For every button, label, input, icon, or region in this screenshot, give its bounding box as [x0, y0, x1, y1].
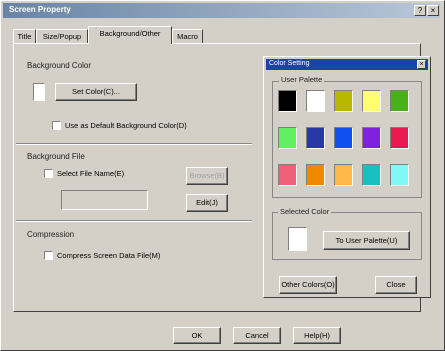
tab-macro[interactable]: Macro	[172, 29, 203, 43]
palette-swatch[interactable]	[306, 90, 325, 112]
palette-swatch[interactable]	[278, 164, 297, 186]
select-file-name-checkbox[interactable]	[44, 169, 53, 178]
palette-swatch[interactable]	[306, 127, 325, 149]
cancel-button[interactable]: Cancel	[233, 327, 281, 344]
compression-group-label: Compression	[27, 230, 75, 239]
edit-button[interactable]: Edit(J)	[186, 194, 228, 212]
color-setting-titlebar[interactable]: Color Setting ×	[266, 59, 428, 70]
compress-data-row[interactable]: Compress Screen Data File(M)	[44, 251, 160, 260]
tab-title[interactable]: Title	[13, 29, 36, 43]
use-default-bg-color-row[interactable]: Use as Default Background Color(D)	[52, 121, 187, 130]
selected-color-swatch	[288, 227, 307, 251]
palette-swatch[interactable]	[278, 90, 297, 112]
close-icon[interactable]: ×	[417, 60, 426, 69]
palette-swatch[interactable]	[362, 90, 381, 112]
palette-swatch[interactable]	[334, 90, 353, 112]
other-colors-button[interactable]: Other Colors(O)	[279, 276, 337, 294]
compress-data-label: Compress Screen Data File(M)	[57, 251, 161, 260]
palette-swatch[interactable]	[278, 127, 297, 149]
palette-swatch[interactable]	[362, 127, 381, 149]
palette-swatch[interactable]	[390, 90, 409, 112]
browse-button[interactable]: Browse(B)	[186, 167, 228, 185]
tab-size-popup[interactable]: Size/Popup	[36, 29, 88, 43]
background-file-name-input[interactable]	[61, 190, 148, 210]
separator	[16, 220, 252, 222]
separator	[16, 143, 252, 145]
tab-background-other[interactable]: Background/Other	[88, 26, 172, 44]
user-palette-label: User Palette	[279, 75, 325, 84]
palette-swatch[interactable]	[334, 164, 353, 186]
palette-swatch[interactable]	[334, 127, 353, 149]
dialog-title: Screen Property	[9, 5, 71, 14]
dialog-titlebar[interactable]: Screen Property ? ×	[3, 3, 440, 18]
palette-swatch[interactable]	[362, 164, 381, 186]
palette-swatch[interactable]	[390, 127, 409, 149]
select-file-name-label: Select File Name(E)	[57, 169, 125, 178]
color-setting-window: Color Setting × User Palette Selected Co…	[263, 56, 431, 298]
help-icon[interactable]: ?	[414, 5, 426, 16]
close-button[interactable]: Close	[375, 276, 417, 294]
background-color-group-label: Background Color	[27, 61, 92, 70]
set-color-button[interactable]: Set Color(C)...	[55, 83, 137, 101]
color-setting-title: Color Setting	[269, 60, 310, 67]
background-color-preview	[33, 83, 45, 101]
help-button[interactable]: Help(H)	[293, 327, 341, 344]
close-icon[interactable]: ×	[427, 5, 439, 16]
background-file-group-label: Background File	[27, 152, 85, 161]
compress-data-checkbox[interactable]	[44, 251, 53, 260]
palette-swatch[interactable]	[390, 164, 409, 186]
to-user-palette-button[interactable]: To User Palette(U)	[323, 231, 410, 250]
selected-color-label: Selected Color	[278, 207, 332, 216]
palette-swatch[interactable]	[306, 164, 325, 186]
ok-button[interactable]: OK	[173, 327, 221, 344]
select-file-name-row[interactable]: Select File Name(E)	[44, 169, 124, 178]
screen-property-dialog: Screen Property ? × Title Size/Popup Bac…	[0, 0, 445, 351]
use-default-bg-color-checkbox[interactable]	[52, 121, 61, 130]
use-default-bg-color-label: Use as Default Background Color(D)	[65, 121, 187, 130]
